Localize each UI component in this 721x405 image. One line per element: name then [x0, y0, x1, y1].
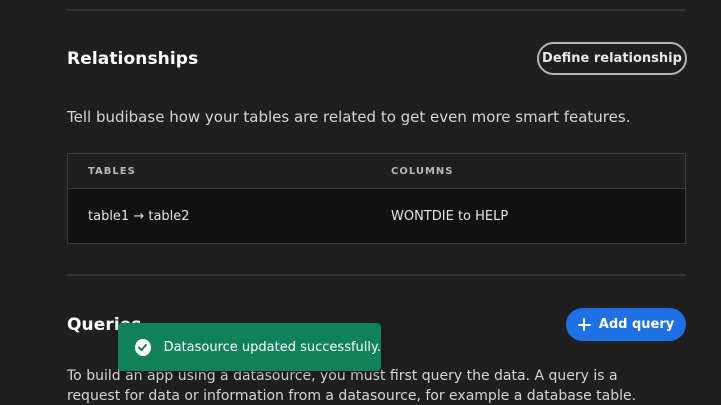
define-relationship-button[interactable]: Define relationship: [537, 42, 687, 75]
top-divider: [67, 9, 686, 11]
relationship-columns-cell: WONTDIE to HELP: [391, 209, 509, 224]
relationships-table: TABLES COLUMNS table1 → table2 WONTDIE t…: [67, 153, 686, 244]
plus-icon: [577, 318, 591, 331]
section-divider: [67, 274, 686, 276]
table-row[interactable]: table1 → table2 WONTDIE to HELP: [68, 189, 685, 243]
queries-description: To build an app using a datasource, you …: [67, 368, 637, 404]
column-header-tables[interactable]: TABLES: [88, 166, 136, 177]
datasource-page: Relationships Define relationship Tell b…: [0, 0, 721, 405]
relationships-description: Tell budibase how your tables are relate…: [67, 108, 631, 126]
relationships-heading: Relationships: [67, 49, 199, 69]
success-toast[interactable]: Datasource updated successfully.: [118, 323, 381, 371]
column-header-columns[interactable]: COLUMNS: [391, 166, 454, 177]
add-query-button[interactable]: Add query: [566, 308, 686, 341]
relationship-tables-cell: table1 → table2: [88, 209, 190, 224]
table-header: TABLES COLUMNS: [68, 154, 685, 189]
check-circle-icon: [135, 338, 151, 356]
add-query-label: Add query: [598, 317, 675, 332]
toast-message: Datasource updated successfully.: [163, 339, 381, 355]
